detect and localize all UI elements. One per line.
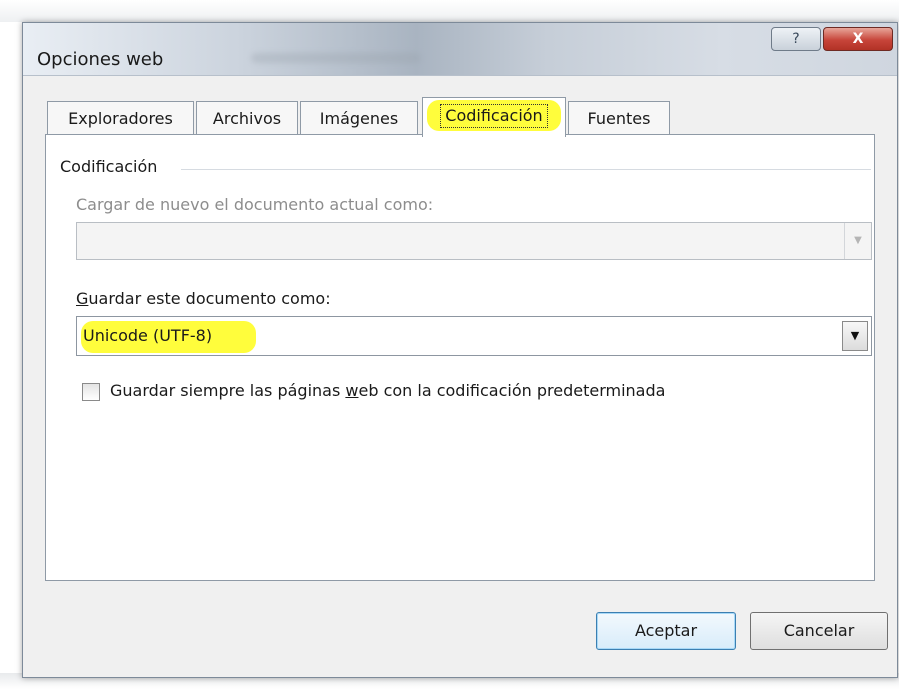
chevron-down-icon[interactable]: ▼ bbox=[842, 321, 868, 351]
tab-label: Imágenes bbox=[319, 109, 399, 128]
save-encoding-value: Unicode (UTF-8) bbox=[83, 326, 213, 345]
close-icon: X bbox=[852, 31, 864, 47]
tab-codificacion[interactable]: Codificación bbox=[422, 97, 566, 137]
tab-label: Fuentes bbox=[587, 109, 651, 128]
tab-exploradores[interactable]: Exploradores bbox=[47, 101, 194, 136]
tab-label: Codificación bbox=[440, 104, 548, 128]
group-divider bbox=[181, 169, 871, 170]
label-part: Guardar siempre las páginas bbox=[110, 381, 346, 400]
dialog-title: Opciones web bbox=[37, 49, 164, 70]
web-options-dialog: Opciones web ? X Exploradores Archivos I… bbox=[22, 22, 898, 678]
group-label-codificacion: Codificación bbox=[60, 157, 158, 176]
tab-label: Exploradores bbox=[68, 109, 173, 128]
tab-archivos[interactable]: Archivos bbox=[196, 101, 298, 136]
tab-imagenes[interactable]: Imágenes bbox=[300, 101, 418, 136]
blurred-title-text bbox=[251, 53, 421, 63]
cancel-label: Cancelar bbox=[783, 621, 855, 640]
tab-label: Archivos bbox=[212, 109, 282, 128]
close-button[interactable]: X bbox=[823, 27, 893, 51]
ok-label: Aceptar bbox=[634, 621, 698, 640]
always-save-label[interactable]: Guardar siempre las páginas web con la c… bbox=[110, 381, 665, 400]
top-shadow bbox=[0, 0, 899, 22]
save-encoding-select[interactable]: Unicode (UTF-8) ▼ bbox=[76, 316, 872, 356]
always-save-checkbox[interactable] bbox=[82, 383, 100, 401]
tab-fuentes[interactable]: Fuentes bbox=[568, 101, 670, 136]
accelerator-key: G bbox=[76, 289, 89, 308]
reload-label: Cargar de nuevo el documento actual como… bbox=[76, 195, 434, 214]
save-label: Guardar este documento como: bbox=[76, 289, 331, 308]
question-mark-icon: ? bbox=[792, 31, 800, 47]
help-button[interactable]: ? bbox=[771, 27, 821, 51]
save-label-text: uardar este documento como: bbox=[88, 289, 331, 308]
ok-button[interactable]: Aceptar bbox=[596, 612, 736, 650]
reload-encoding-select: ▼ bbox=[76, 222, 872, 260]
cancel-button[interactable]: Cancelar bbox=[750, 612, 888, 650]
label-part: eb con la codificación predeterminada bbox=[358, 381, 666, 400]
tab-panel-codificacion: Codificación Cargar de nuevo el document… bbox=[45, 134, 875, 581]
accelerator-key: w bbox=[345, 381, 359, 400]
title-bar[interactable]: Opciones web ? X bbox=[23, 23, 897, 76]
chevron-down-icon: ▼ bbox=[844, 223, 871, 259]
